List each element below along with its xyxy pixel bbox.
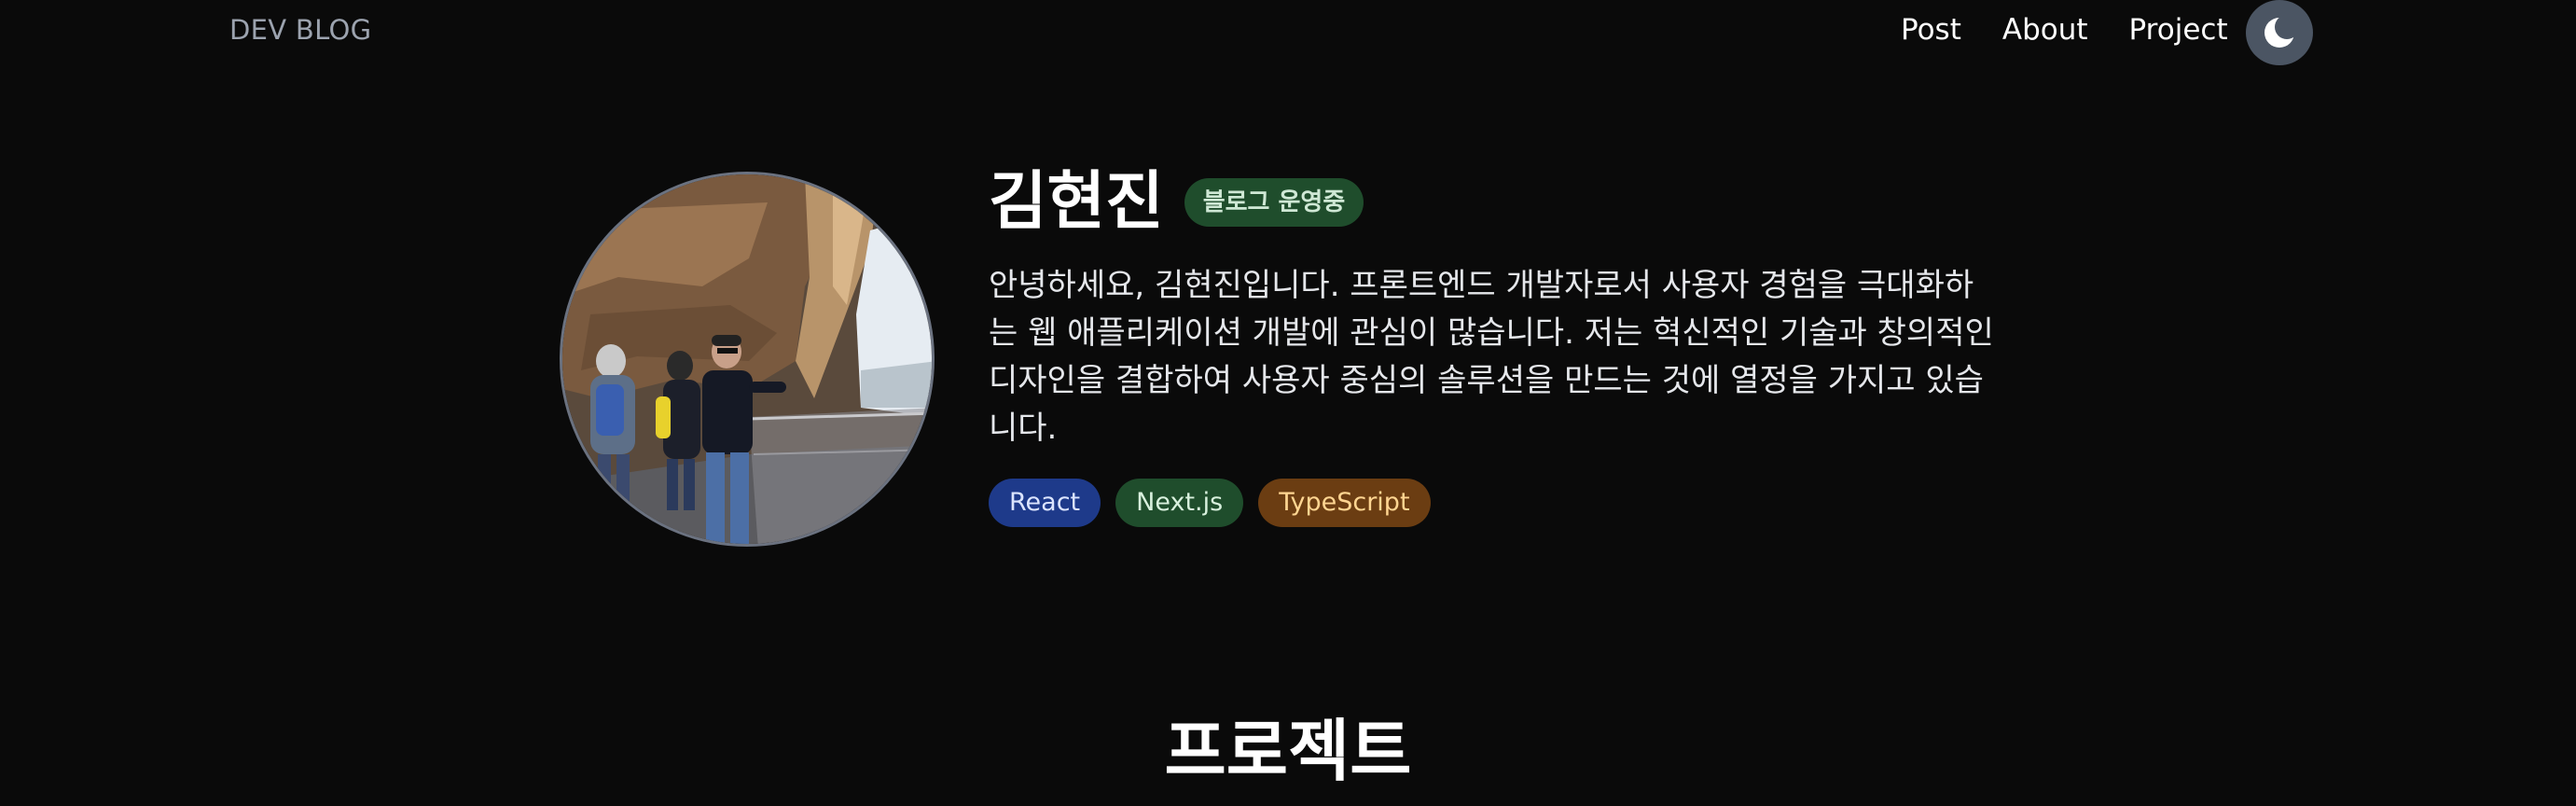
status-badge: 블로그 운영중 (1184, 178, 1364, 227)
tag-react: React (989, 479, 1101, 527)
tag-typescript: TypeScript (1258, 479, 1431, 527)
projects-section-title: 프로젝트 (1164, 712, 1412, 790)
tag-nextjs: Next.js (1115, 479, 1244, 527)
profile-avatar (560, 172, 935, 547)
moon-icon (2264, 18, 2294, 48)
profile-intro: 안녕하세요, 김현진입니다. 프론트엔드 개발자로서 사용자 경험을 극대화하는… (989, 267, 1994, 447)
nav-link-about[interactable]: About (2002, 11, 2088, 49)
site-logo[interactable]: DEV BLOG (229, 13, 371, 47)
skill-tags: React Next.js TypeScript (989, 479, 1996, 527)
page: DEV BLOG Post About Project 김현진 블로그 운영중 … (0, 0, 2576, 806)
theme-toggle-button[interactable] (2246, 0, 2313, 65)
main-nav: Post About Project (1901, 11, 2269, 49)
profile-photo (562, 174, 932, 544)
nav-link-project[interactable]: Project (2129, 11, 2228, 49)
profile-name: 김현진 (989, 165, 1164, 239)
name-row: 김현진 블로그 운영중 (989, 163, 1996, 242)
profile-info: 김현진 블로그 운영중 안녕하세요, 김현진입니다. 프론트엔드 개발자로서 사… (989, 163, 1996, 527)
nav-link-post[interactable]: Post (1901, 11, 1961, 49)
